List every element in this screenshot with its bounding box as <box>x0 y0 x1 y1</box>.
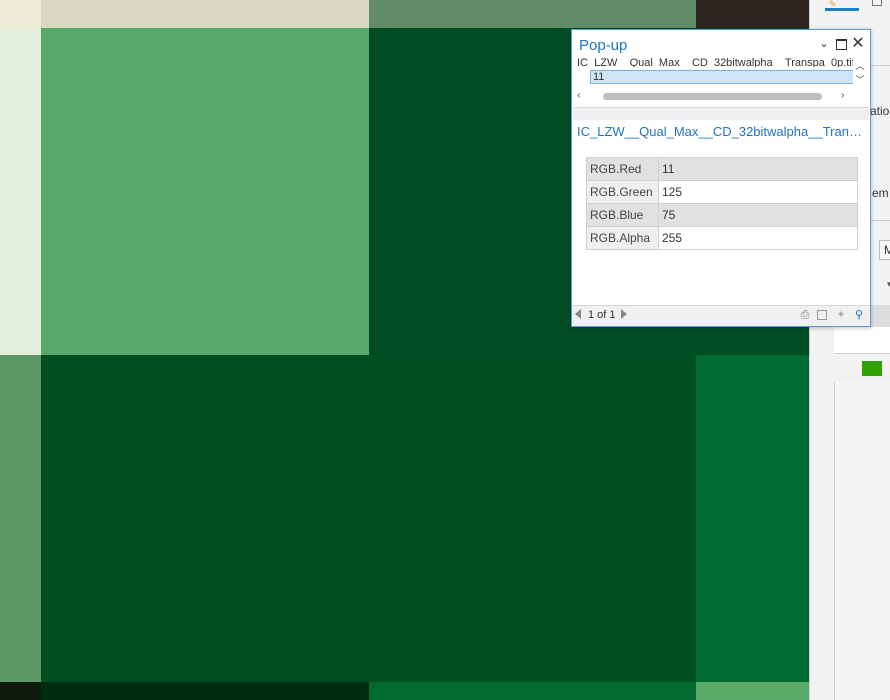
layer-list-item[interactable]: IC_LZW__Qual_Max__CD_32bitwalpha__Transp… <box>577 57 853 67</box>
field-name: RGB.Green <box>586 180 659 204</box>
raster-cell <box>696 355 809 682</box>
table-row: RGB.Alpha 255 <box>586 226 858 250</box>
scroll-right-icon[interactable]: › <box>841 89 844 103</box>
table-row: RGB.Blue 75 <box>586 203 858 227</box>
page-indicator: 1 of 1 <box>588 309 616 321</box>
field-name: RGB.Red <box>586 157 659 181</box>
next-icon[interactable] <box>621 309 627 319</box>
raster-cell <box>0 28 41 355</box>
field-value: 11 <box>658 157 858 181</box>
paintbrush-icon[interactable]: ✎ <box>829 0 839 9</box>
table-row[interactable] <box>834 327 890 354</box>
flash-icon[interactable]: ✦ <box>835 309 847 321</box>
raster-cell <box>369 682 696 700</box>
horizontal-scrollbar[interactable]: ‹ › <box>573 89 854 103</box>
previous-icon[interactable] <box>575 309 581 319</box>
table-row: RGB.Red 11 <box>586 157 858 181</box>
raster-cell <box>41 682 369 700</box>
raster-cell <box>696 0 809 28</box>
scroll-up-icon[interactable]: ︿ <box>853 59 867 73</box>
zoom-to-icon[interactable]: ⚲ <box>853 309 865 321</box>
raster-cell <box>0 0 41 28</box>
splitter[interactable] <box>573 107 869 120</box>
raster-cell <box>0 682 41 700</box>
scroll-down-icon[interactable]: ﹀ <box>853 73 867 87</box>
active-tab-indicator <box>825 8 859 11</box>
print-icon[interactable]: ⎙ <box>799 309 811 321</box>
field-value: 125 <box>658 180 858 204</box>
close-icon[interactable]: ✕ <box>851 36 865 52</box>
raster-cell <box>41 28 369 355</box>
pane-label-partial: atio <box>870 104 890 118</box>
feature-list-item-selected[interactable]: 11 <box>590 70 853 84</box>
popup-footer: 1 of 1 ⎙ ✦ ⚲ <box>572 305 870 326</box>
raster-cell <box>41 355 369 682</box>
vertical-scrollbar[interactable]: ︿ ﹀ <box>853 59 867 91</box>
raster-cell <box>369 355 696 682</box>
symbol-swatch[interactable] <box>862 361 882 376</box>
pane-body <box>834 382 890 700</box>
chevron-down-icon[interactable]: ⌄ <box>817 36 831 52</box>
attribute-table: RGB.Red 11 RGB.Green 125 RGB.Blue 75 RGB… <box>586 157 858 250</box>
export-icon[interactable] <box>817 310 827 320</box>
scroll-left-icon[interactable]: ‹ <box>577 89 580 103</box>
popup-window[interactable]: Pop-up ⌄ ✕ IC_LZW__Qual_Max__CD_32bitwal… <box>571 29 871 327</box>
feature-title-link[interactable]: IC_LZW__Qual_Max__CD_32bitwalpha__Transp… <box>577 124 865 139</box>
table-row: RGB.Green 125 <box>586 180 858 204</box>
scrollbar-thumb[interactable] <box>603 93 822 100</box>
pane-label-partial: em <box>872 186 889 200</box>
raster-cell <box>41 0 369 28</box>
raster-cell <box>696 682 809 700</box>
field-name: RGB.Blue <box>586 203 659 227</box>
raster-cell <box>0 355 41 682</box>
field-name: RGB.Alpha <box>586 226 659 250</box>
raster-cell <box>369 0 696 28</box>
field-value: 75 <box>658 203 858 227</box>
pane-button[interactable]: M <box>879 240 890 260</box>
maximize-icon[interactable] <box>834 36 848 52</box>
popup-title: Pop-up <box>579 37 628 54</box>
field-value: 255 <box>658 226 858 250</box>
tab-icon[interactable] <box>872 0 882 6</box>
